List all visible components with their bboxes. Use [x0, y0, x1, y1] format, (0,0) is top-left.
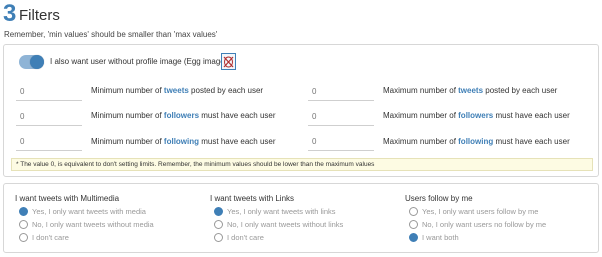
- radio-label: Yes, I only want tweets with links: [227, 207, 336, 216]
- radio-button[interactable]: [19, 207, 28, 216]
- radio-button[interactable]: [214, 233, 223, 242]
- max-followers-label: Maximum number of followers must have ea…: [383, 111, 570, 120]
- max-followers-input[interactable]: [308, 108, 374, 126]
- radio-button[interactable]: [19, 220, 28, 229]
- radio-button[interactable]: [214, 220, 223, 229]
- multimedia-group-title: I want tweets with Multimedia: [15, 194, 120, 203]
- limits-note: * The value 0, is equivalent to don't se…: [11, 158, 593, 171]
- min-followers-input[interactable]: [16, 108, 82, 126]
- radio-label: No, I only want users no follow by me: [422, 220, 547, 229]
- radio-button[interactable]: [409, 233, 418, 242]
- radio-button[interactable]: [214, 207, 223, 216]
- radio-label: No, I only want tweets without media: [32, 220, 154, 229]
- radio-button[interactable]: [409, 207, 418, 216]
- follow-group-title: Users follow by me: [405, 194, 473, 203]
- section-title: Filters: [19, 7, 60, 24]
- radio-label: I want both: [422, 233, 459, 242]
- max-tweets-label: Maximum number of tweets posted by each …: [383, 86, 558, 95]
- max-following-input[interactable]: [308, 133, 374, 151]
- radio-button[interactable]: [409, 220, 418, 229]
- radio-label: I don't care: [227, 233, 264, 242]
- radio-button[interactable]: [19, 233, 28, 242]
- radio-label: I don't care: [32, 233, 69, 242]
- radio-label: No, I only want tweets without links: [227, 220, 344, 229]
- min-tweets-label: Minimum number of tweets posted by each …: [91, 86, 264, 95]
- min-tweets-input[interactable]: [16, 83, 82, 101]
- max-tweets-input[interactable]: [308, 83, 374, 101]
- no-image-icon: [221, 53, 236, 70]
- min-following-input[interactable]: [16, 133, 82, 151]
- radio-label: Yes, I only want users follow by me: [422, 207, 539, 216]
- max-following-label: Maximum number of following must have ea…: [383, 137, 570, 146]
- egg-image-toggle[interactable]: [19, 55, 44, 69]
- section-number: 3: [3, 0, 17, 27]
- radio-label: Yes, I only want tweets with media: [32, 207, 146, 216]
- egg-image-toggle-label: I also want user without profile image (…: [50, 57, 228, 66]
- section-subtitle: Remember, 'min values' should be smaller…: [4, 30, 218, 39]
- links-group-title: I want tweets with Links: [210, 194, 295, 203]
- min-following-label: Minimum number of following must have ea…: [91, 137, 276, 146]
- min-followers-label: Minimum number of followers must have ea…: [91, 111, 276, 120]
- toggle-knob: [30, 55, 44, 69]
